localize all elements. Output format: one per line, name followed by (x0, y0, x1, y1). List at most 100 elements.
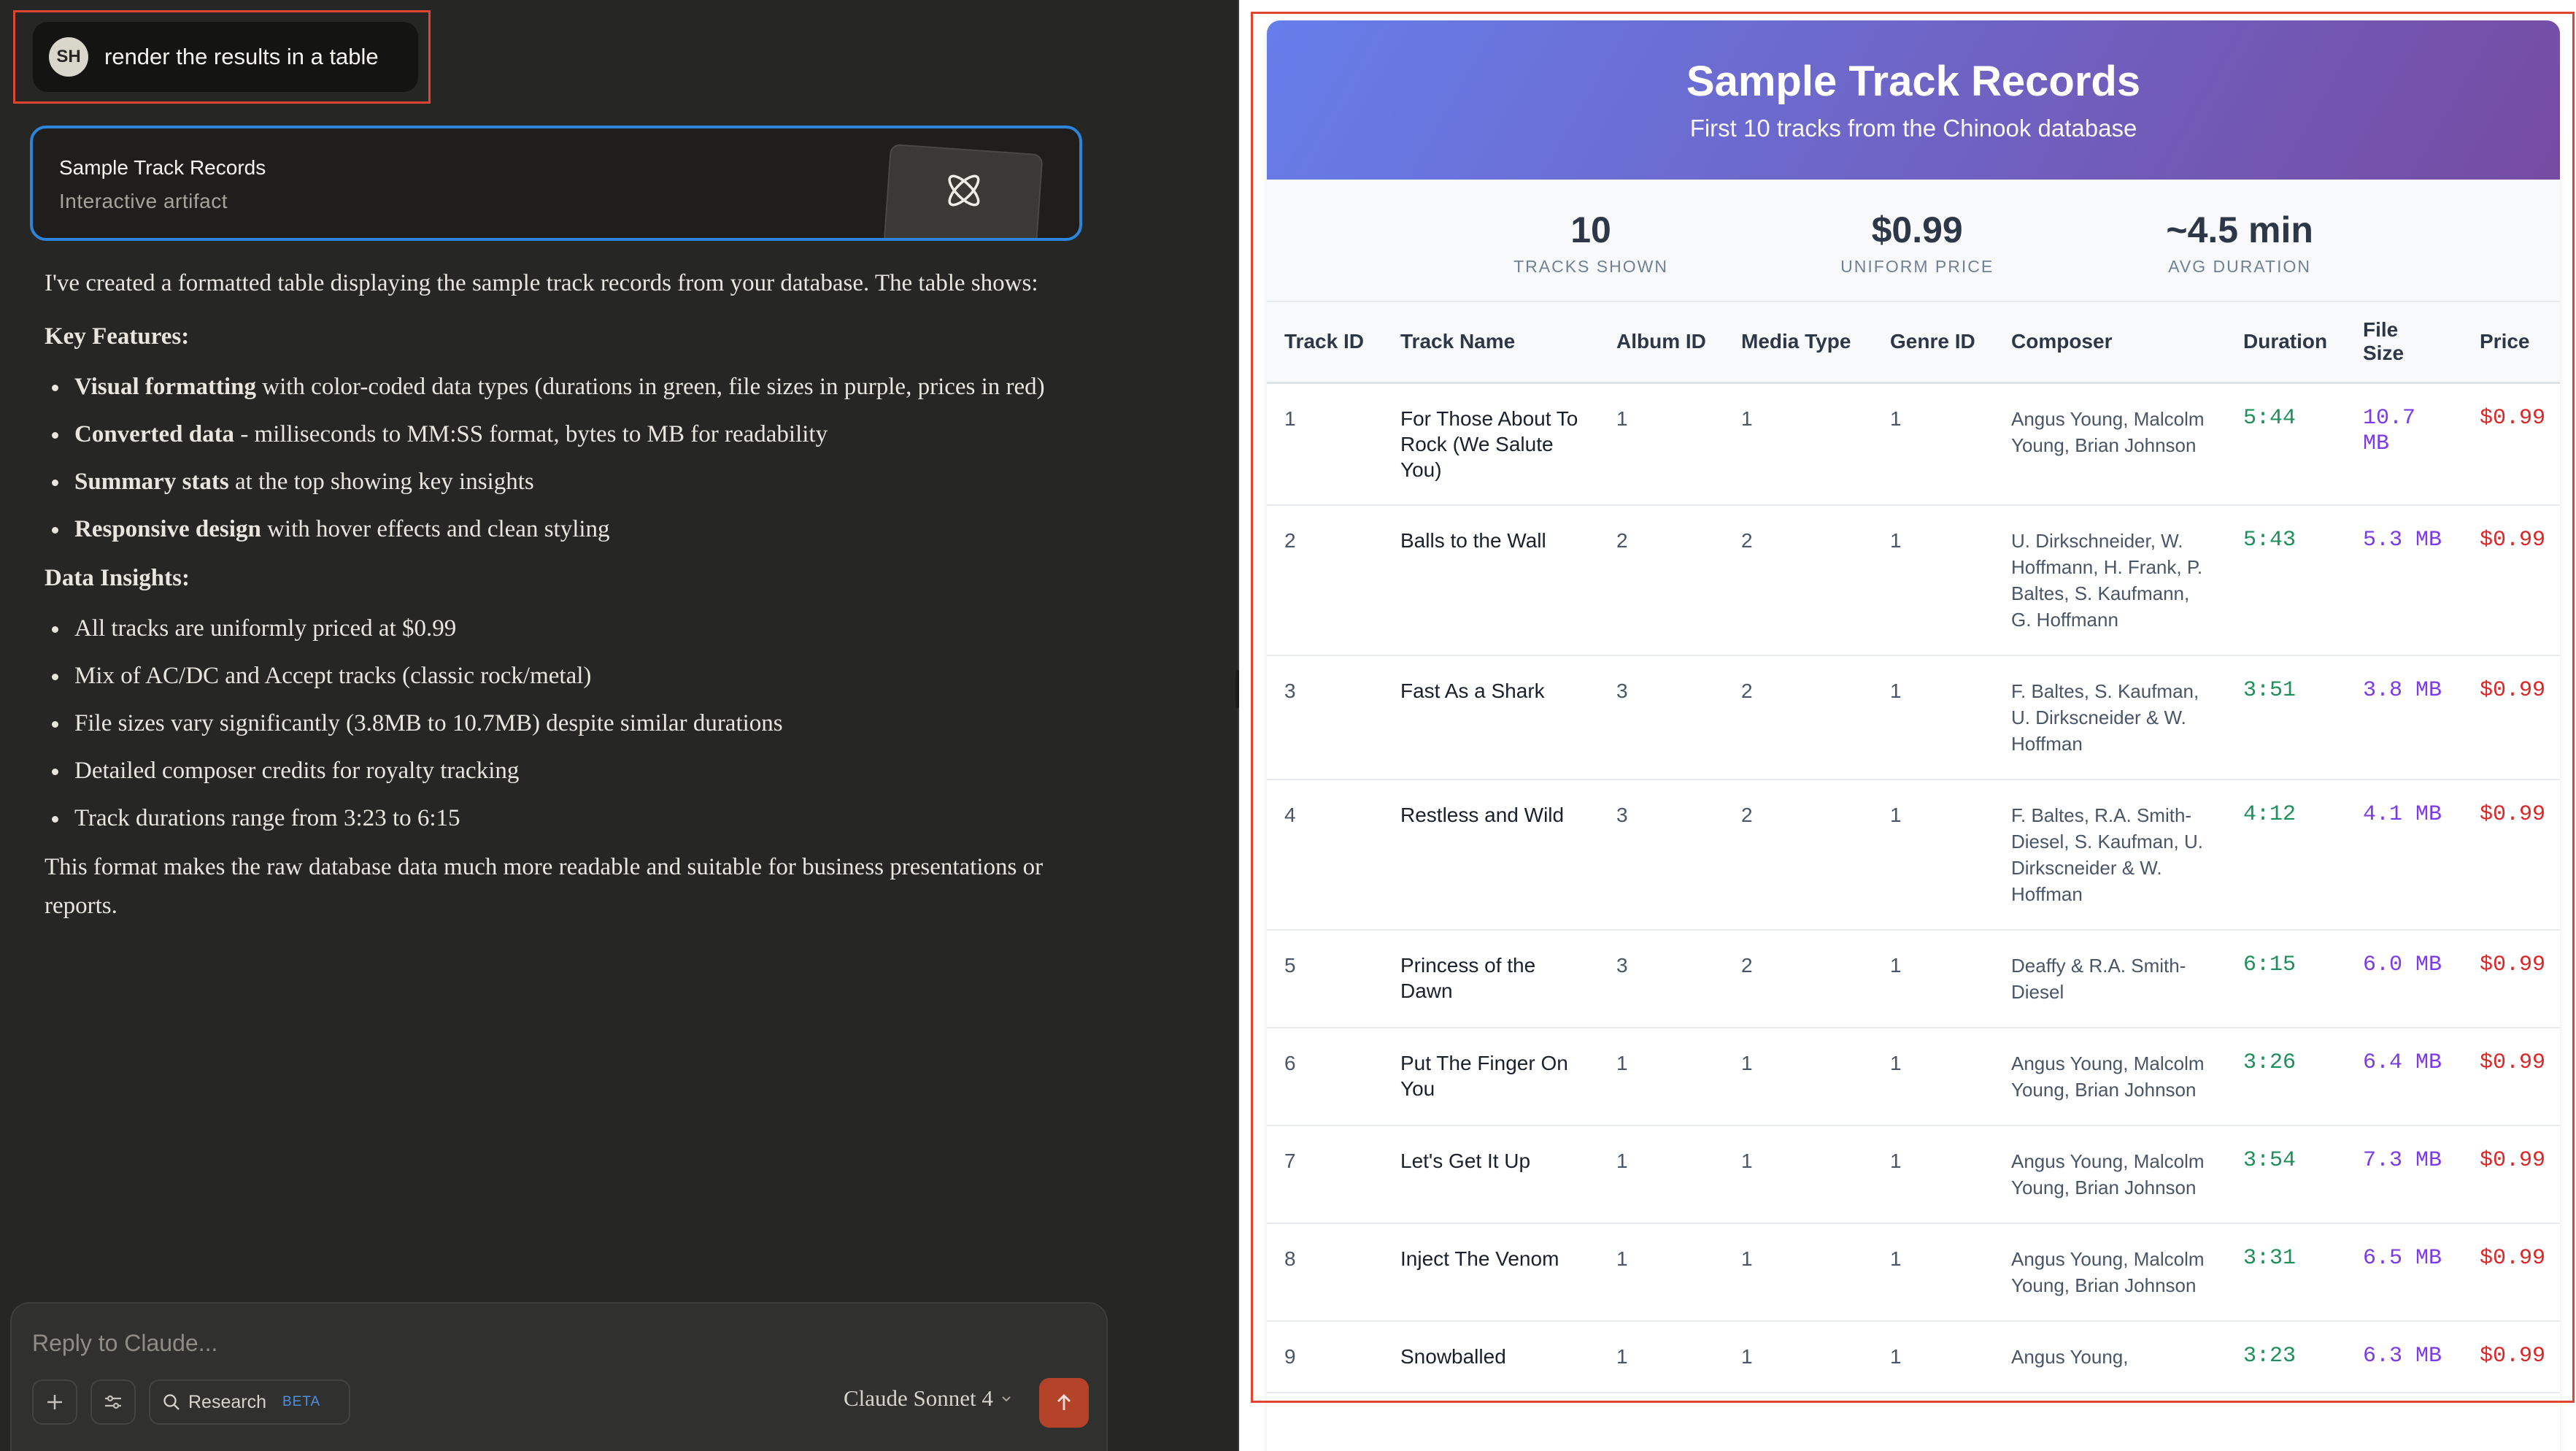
research-button[interactable]: Research BETA (149, 1379, 350, 1425)
duration-cell: 5:43 (2226, 504, 2345, 656)
genre-id-cell: 1 (1873, 504, 1994, 656)
artifact-container: Sample Track Records First 10 tracks fro… (1267, 20, 2560, 1451)
genre-id-cell: 1 (1873, 1125, 1994, 1224)
insights-list: All tracks are uniformly priced at $0.99… (45, 609, 1059, 838)
tools-button[interactable] (90, 1379, 136, 1425)
artifact-thumbnail (883, 143, 1044, 238)
add-button[interactable] (32, 1379, 77, 1425)
stat-value: $0.99 (1871, 209, 1963, 250)
column-header[interactable]: Track ID (1267, 302, 1383, 384)
stat-tracks: 10 TRACKS SHOWN (1513, 180, 1668, 301)
list-item: Responsive design with hover effects and… (45, 510, 1059, 549)
tracks-table: Track ID Track Name Album ID Media Type … (1267, 302, 2560, 1393)
chevron-down-icon (1002, 1396, 1011, 1402)
price-cell: $0.99 (2462, 779, 2560, 931)
track-id-cell: 6 (1267, 1027, 1383, 1126)
genre-id-cell: 1 (1873, 779, 1994, 931)
list-item: Visual formatting with color-coded data … (45, 368, 1059, 407)
track-name-cell: Fast As a Shark (1383, 655, 1599, 780)
artifact-card-subtitle: Interactive artifact (59, 190, 228, 212)
album-id-cell: 1 (1599, 1223, 1724, 1322)
file-size-cell: 10.7 MB (2345, 382, 2462, 506)
table-row[interactable]: 7 Let's Get It Up 1 1 1 Angus Young, Malcolm … (1267, 1125, 2560, 1224)
composer-cell: U. Dirkschneider, W. Hoffmann, H. Frank,… (1994, 504, 2226, 656)
reply-input[interactable]: Reply to Claude... (32, 1330, 217, 1357)
file-size-cell: 6.0 MB (2345, 929, 2462, 1028)
column-header[interactable]: Album ID (1599, 302, 1724, 384)
track-name-cell: Princess of the Dawn (1383, 929, 1599, 1028)
atom-icon (948, 174, 980, 207)
duration-cell: 5:44 (2226, 382, 2345, 506)
track-name-cell: Balls to the Wall (1383, 504, 1599, 656)
table-row[interactable]: 3 Fast As a Shark 3 2 1 F. Baltes, S. Kaufman… (1267, 655, 2560, 780)
table-row[interactable]: 2 Balls to the Wall 2 2 1 U. Dirkschneider, W… (1267, 504, 2560, 656)
column-header[interactable]: Media Type (1724, 302, 1873, 384)
artifact-card-title: Sample Track Records (59, 156, 266, 179)
album-id-cell: 1 (1599, 1027, 1724, 1126)
composer-cell: Angus Young, (1994, 1320, 2226, 1393)
genre-id-cell: 1 (1873, 382, 1994, 506)
model-selector[interactable]: Claude Sonnet 4 (844, 1385, 1014, 1412)
user-message-text: render the results in a table (104, 44, 379, 69)
summary-stats: 10 TRACKS SHOWN $0.99 UNIFORM PRICE ~4.5… (1267, 180, 2560, 302)
list-item: Track durations range from 3:23 to 6:15 (45, 799, 1059, 838)
plus-icon (47, 1395, 62, 1409)
column-header[interactable]: Genre ID (1873, 302, 1994, 384)
track-id-cell: 1 (1267, 382, 1383, 506)
column-header[interactable]: Price (2462, 302, 2560, 384)
track-id-cell: 4 (1267, 779, 1383, 931)
response-intro: I've created a formatted table displayin… (45, 270, 1038, 296)
artifact-card[interactable]: Sample Track Records Interactive artifac… (30, 126, 1082, 241)
assistant-response: I've created a formatted table displayin… (45, 264, 1059, 940)
file-size-cell: 6.3 MB (2345, 1320, 2462, 1393)
composer: Reply to Claude... Research BETA Claude … (10, 1302, 1108, 1451)
table-row[interactable]: 5 Princess of the Dawn 3 2 1 Deaffy & R.A. Sm… (1267, 929, 2560, 1028)
track-id-cell: 8 (1267, 1223, 1383, 1322)
track-name-cell: For Those About To Rock (We Salute You) (1383, 382, 1599, 506)
table-row[interactable]: 1 For Those About To Rock (We Salute You)… (1267, 382, 2560, 506)
album-id-cell: 1 (1599, 1320, 1724, 1393)
composer-cell: F. Baltes, R.A. Smith-Diesel, S. Kaufman… (1994, 779, 2226, 931)
column-header[interactable]: Duration (2226, 302, 2345, 384)
composer-cell: Angus Young, Malcolm Young, Brian Johnso… (1994, 382, 2226, 506)
list-item: Summary stats at the top showing key ins… (45, 463, 1059, 501)
track-id-cell: 3 (1267, 655, 1383, 780)
track-name-cell: Snowballed (1383, 1320, 1599, 1393)
artifact-header: Sample Track Records First 10 tracks fro… (1267, 20, 2560, 180)
table-row[interactable]: 8 Inject The Venom 1 1 1 Angus Young, Malcolm… (1267, 1223, 2560, 1322)
genre-id-cell: 1 (1873, 1027, 1994, 1126)
genre-id-cell: 1 (1873, 929, 1994, 1028)
list-item: Converted data - milliseconds to MM:SS f… (45, 415, 1059, 454)
track-name-cell: Let's Get It Up (1383, 1125, 1599, 1224)
table-row[interactable]: 9 Snowballed 1 1 1 Angus Young, 3:23 6.3 MB $0.9… (1267, 1320, 2560, 1393)
table-row[interactable]: 4 Restless and Wild 3 2 1 F. Baltes, R.A. Smi… (1267, 779, 2560, 931)
album-id-cell: 3 (1599, 779, 1724, 931)
media-type-cell: 2 (1724, 779, 1873, 931)
price-cell: $0.99 (2462, 1027, 2560, 1126)
avatar: SH (49, 37, 88, 77)
list-item: File sizes vary significantly (3.8MB to … (45, 704, 1059, 743)
stat-value: ~4.5 min (2166, 209, 2313, 250)
stat-label: UNIFORM PRICE (1840, 257, 1994, 276)
composer-cell: F. Baltes, S. Kaufman, U. Dirkscneider &… (1994, 655, 2226, 780)
response-closing: This format makes the raw database data … (45, 854, 1044, 919)
column-header[interactable]: File Size (2345, 302, 2462, 384)
media-type-cell: 1 (1724, 1223, 1873, 1322)
price-cell: $0.99 (2462, 504, 2560, 656)
file-size-cell: 7.3 MB (2345, 1125, 2462, 1224)
album-id-cell: 3 (1599, 929, 1724, 1028)
stat-value: 10 (1570, 209, 1611, 250)
duration-cell: 6:15 (2226, 929, 2345, 1028)
table-row[interactable]: 6 Put The Finger On You 1 1 1 Angus Young, Ma… (1267, 1027, 2560, 1126)
column-header[interactable]: Track Name (1383, 302, 1599, 384)
composer-cell: Deaffy & R.A. Smith-Diesel (1994, 929, 2226, 1028)
column-header[interactable]: Composer (1994, 302, 2226, 384)
table-header-row: Track ID Track Name Album ID Media Type … (1267, 302, 2560, 384)
insights-heading: Data Insights: (45, 565, 190, 591)
duration-cell: 3:31 (2226, 1223, 2345, 1322)
price-cell: $0.99 (2462, 1320, 2560, 1393)
send-button[interactable] (1039, 1378, 1089, 1428)
media-type-cell: 2 (1724, 929, 1873, 1028)
track-name-cell: Put The Finger On You (1383, 1027, 1599, 1126)
genre-id-cell: 1 (1873, 1223, 1994, 1322)
